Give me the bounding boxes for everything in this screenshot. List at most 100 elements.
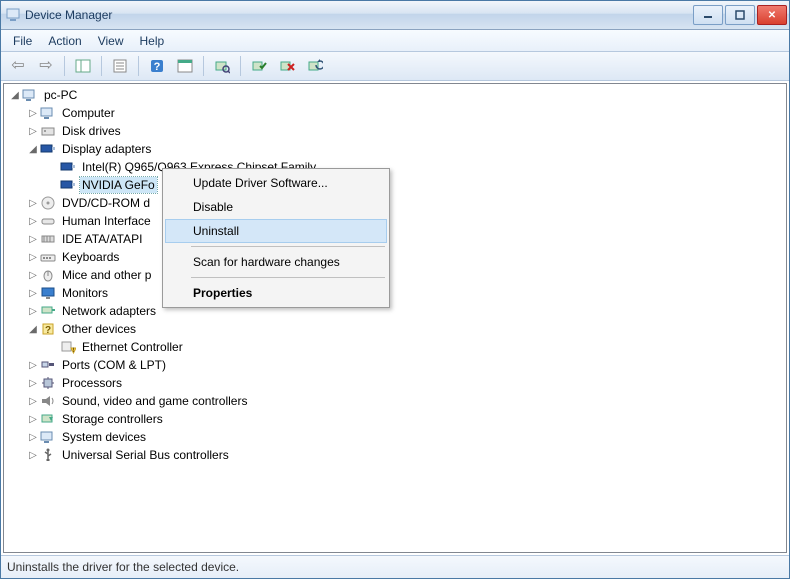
tree-label: NVIDIA GeFo (80, 177, 157, 193)
tree-item-sound[interactable]: ▷ Sound, video and game controllers (4, 392, 786, 410)
ctx-update-driver[interactable]: Update Driver Software... (165, 171, 387, 195)
device-manager-window: Device Manager ✕ File Action View Help ⇦… (0, 0, 790, 579)
expand-icon[interactable]: ▷ (26, 234, 40, 245)
expand-icon[interactable]: ▷ (26, 270, 40, 281)
collapse-icon[interactable]: ◢ (26, 144, 40, 155)
back-button[interactable]: ⇦ (5, 54, 31, 78)
tree-item-keyboards[interactable]: ▷ Keyboards (4, 248, 786, 266)
tree-item-mice[interactable]: ▷ Mice and other p (4, 266, 786, 284)
tree-label: Disk drives (60, 123, 123, 139)
tree-item-computer[interactable]: ▷ Computer (4, 104, 786, 122)
uninstall-button[interactable] (274, 54, 300, 78)
collapse-icon[interactable]: ◢ (26, 324, 40, 335)
title-text: Device Manager (25, 8, 693, 22)
menu-view[interactable]: View (90, 32, 132, 50)
help-button[interactable]: ? (144, 54, 170, 78)
ctx-scan-hardware[interactable]: Scan for hardware changes (165, 250, 387, 274)
action-button[interactable] (172, 54, 198, 78)
forward-button[interactable]: ⇨ (33, 54, 59, 78)
computer-root-icon (22, 87, 38, 103)
tree-label: Other devices (60, 321, 138, 337)
ports-icon (40, 357, 56, 373)
arrow-right-icon: ⇨ (39, 58, 52, 74)
tree-label: Ethernet Controller (80, 339, 185, 355)
expand-icon[interactable]: ▷ (26, 360, 40, 371)
processor-icon (40, 375, 56, 391)
tree-label: Computer (60, 105, 117, 121)
tree-label: Network adapters (60, 303, 158, 319)
storage-icon (40, 411, 56, 427)
properties-button[interactable] (107, 54, 133, 78)
tree-item-other-devices[interactable]: ◢ ? Other devices (4, 320, 786, 338)
svg-text:!: ! (73, 348, 75, 354)
system-icon (40, 429, 56, 445)
tree-item-ethernet-controller[interactable]: ! Ethernet Controller (4, 338, 786, 356)
expand-icon[interactable]: ▷ (26, 216, 40, 227)
expand-icon[interactable]: ▷ (26, 306, 40, 317)
expand-icon[interactable]: ▷ (26, 288, 40, 299)
tree-item-system-devices[interactable]: ▷ System devices (4, 428, 786, 446)
scan-icon (214, 58, 230, 74)
expand-icon[interactable]: ▷ (26, 252, 40, 263)
toolbar-separator (101, 56, 102, 76)
tree-item-nvidia-display[interactable]: NVIDIA GeFo (4, 176, 786, 194)
action-icon (177, 58, 193, 74)
menu-help[interactable]: Help (132, 32, 173, 50)
keyboard-icon (40, 249, 56, 265)
tree-item-hid[interactable]: ▷ Human Interface (4, 212, 786, 230)
scan-hardware-button[interactable] (209, 54, 235, 78)
ctx-disable[interactable]: Disable (165, 195, 387, 219)
enable-button[interactable] (246, 54, 272, 78)
close-button[interactable]: ✕ (757, 5, 787, 25)
tree-item-ide[interactable]: ▷ IDE ATA/ATAPI (4, 230, 786, 248)
tree-item-monitors[interactable]: ▷ Monitors (4, 284, 786, 302)
computer-icon (40, 105, 56, 121)
expand-icon[interactable]: ▷ (26, 432, 40, 443)
enable-icon (251, 58, 267, 74)
tree-label: Storage controllers (60, 411, 165, 427)
mouse-icon (40, 267, 56, 283)
collapse-icon[interactable]: ◢ (8, 90, 22, 101)
tree-item-display-adapters[interactable]: ◢ Display adapters (4, 140, 786, 158)
usb-icon (40, 447, 56, 463)
expand-icon[interactable]: ▷ (26, 126, 40, 137)
expand-icon[interactable]: ▷ (26, 198, 40, 209)
hid-icon (40, 213, 56, 229)
expand-icon[interactable]: ▷ (26, 108, 40, 119)
menu-file[interactable]: File (5, 32, 40, 50)
expand-icon[interactable]: ▷ (26, 378, 40, 389)
dvd-icon (40, 195, 56, 211)
tree-item-processors[interactable]: ▷ Processors (4, 374, 786, 392)
ctx-uninstall[interactable]: Uninstall (165, 219, 387, 243)
expand-icon[interactable]: ▷ (26, 450, 40, 461)
svg-text:?: ? (154, 61, 161, 73)
toolbar-separator (240, 56, 241, 76)
expand-icon[interactable]: ▷ (26, 396, 40, 407)
context-menu: Update Driver Software... Disable Uninst… (162, 168, 390, 308)
window-buttons: ✕ (693, 5, 787, 25)
tree-item-intel-display[interactable]: Intel(R) Q965/Q963 Express Chipset Famil… (4, 158, 786, 176)
statusbar: Uninstalls the driver for the selected d… (1, 555, 789, 578)
minimize-button[interactable] (693, 5, 723, 25)
arrow-left-icon: ⇦ (11, 58, 24, 74)
ctx-properties[interactable]: Properties (165, 281, 387, 305)
tree-item-network[interactable]: ▷ Network adapters (4, 302, 786, 320)
tree-item-dvd[interactable]: ▷ DVD/CD-ROM d (4, 194, 786, 212)
network-icon (40, 303, 56, 319)
show-hide-tree-button[interactable] (70, 54, 96, 78)
tree-root[interactable]: ◢ pc-PC (4, 86, 786, 104)
properties-icon (112, 58, 128, 74)
device-tree[interactable]: ◢ pc-PC ▷ Computer ▷ Disk drives ◢ Displ… (3, 83, 787, 553)
expand-icon[interactable]: ▷ (26, 414, 40, 425)
update-driver-button[interactable] (302, 54, 328, 78)
tree-item-storage[interactable]: ▷ Storage controllers (4, 410, 786, 428)
display-adapter-icon (60, 177, 76, 193)
help-icon: ? (149, 58, 165, 74)
menu-action[interactable]: Action (40, 32, 89, 50)
maximize-button[interactable] (725, 5, 755, 25)
tree-item-usb[interactable]: ▷ Universal Serial Bus controllers (4, 446, 786, 464)
tree-item-ports[interactable]: ▷ Ports (COM & LPT) (4, 356, 786, 374)
tree-label: IDE ATA/ATAPI (60, 231, 144, 247)
tree-item-disk-drives[interactable]: ▷ Disk drives (4, 122, 786, 140)
toolbar: ⇦ ⇨ ? (1, 52, 789, 81)
